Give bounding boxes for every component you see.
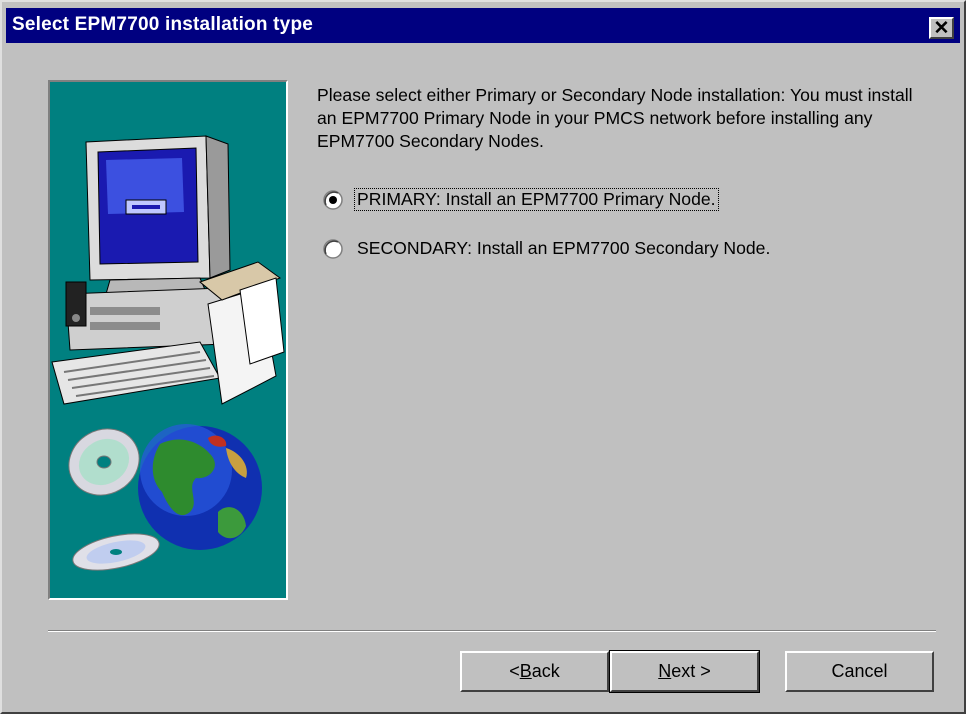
radio-selected-icon[interactable] [323,190,343,210]
button-separator [48,630,936,632]
back-prefix: < [509,661,520,681]
instructions-text: Please select either Primary or Secondar… [317,85,913,151]
back-button[interactable]: < Back [460,651,609,692]
close-button[interactable]: ✕ [929,17,954,39]
globe-illustration [138,424,262,550]
computer-illustration [51,135,285,571]
cancel-label: Cancel [831,661,888,681]
setup-illustration [48,80,288,600]
next-rest: ext > [671,661,711,681]
next-mnemonic: N [658,661,672,681]
next-button[interactable]: Next > [609,650,760,693]
primary-node-label[interactable]: PRIMARY: Install an EPM7700 Primary Node… [354,188,719,211]
window-title: Select EPM7700 installation type [12,14,314,35]
close-icon: ✕ [933,18,950,39]
back-mnemonic: B [519,661,532,681]
radio-unselected-icon[interactable] [323,239,343,259]
back-rest: ack [531,661,560,681]
secondary-node-label[interactable]: SECONDARY: Install an EPM7700 Secondary … [355,238,772,259]
cancel-button[interactable]: Cancel [785,651,934,692]
installer-dialog: Select EPM7700 installation type ✕ Pleas… [0,0,966,714]
title-bar[interactable]: Select EPM7700 installation type [6,8,960,43]
